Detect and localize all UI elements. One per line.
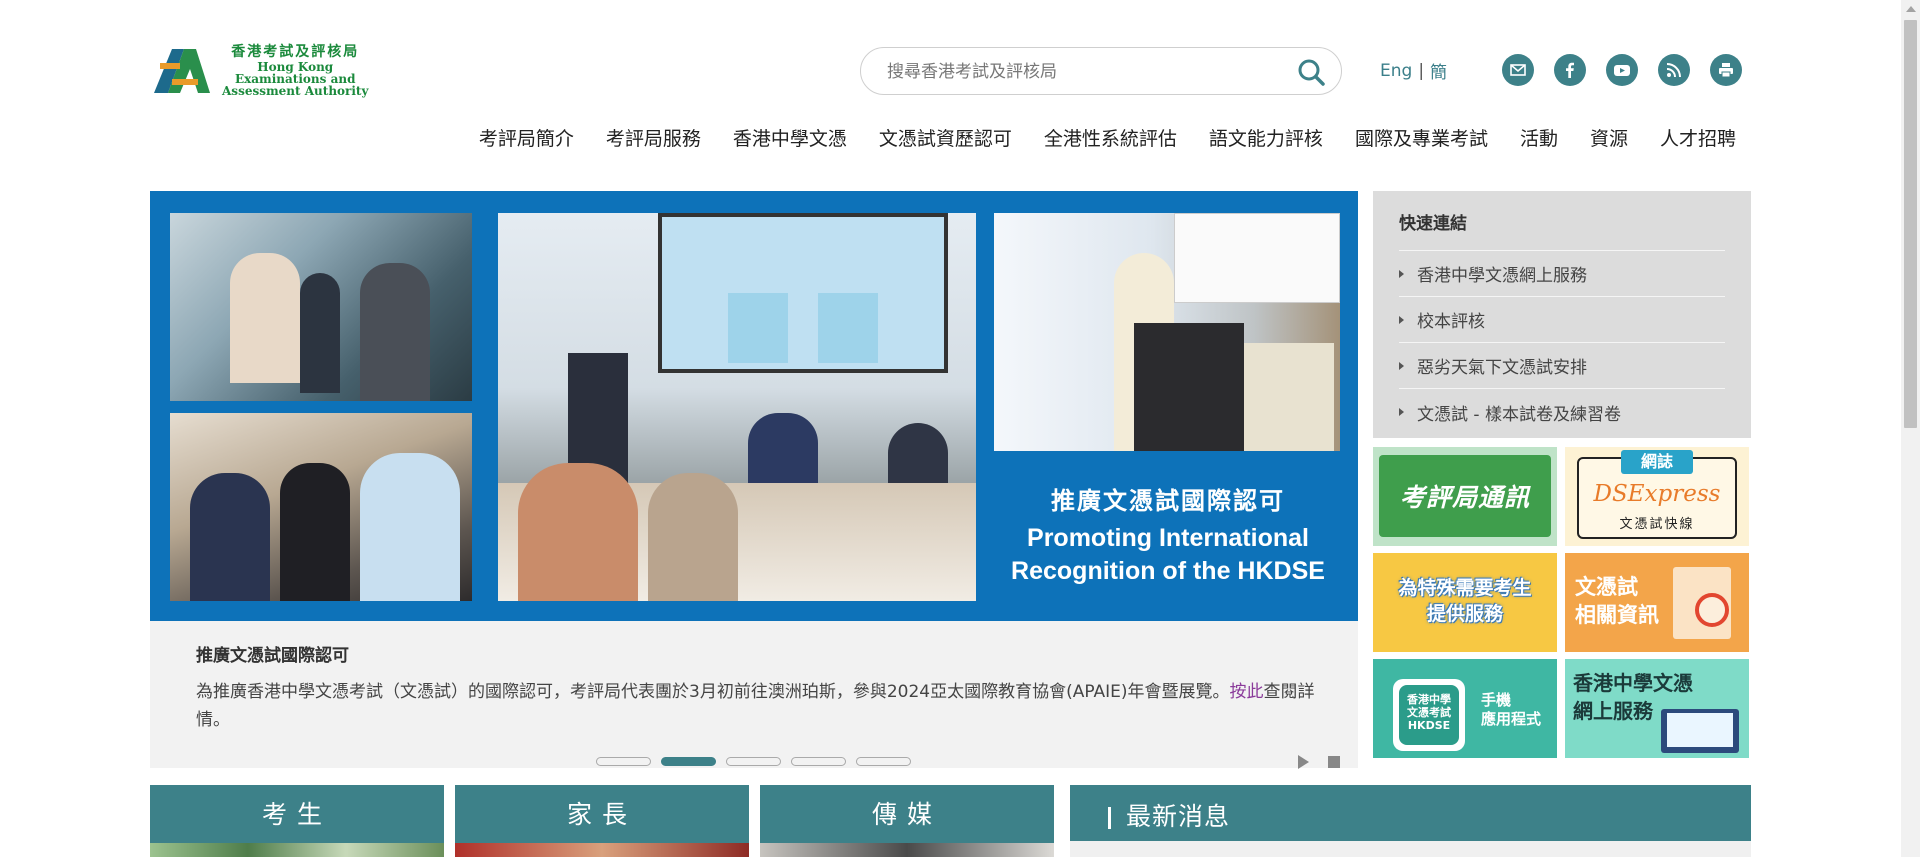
- nav-resources[interactable]: 資源: [1574, 124, 1644, 151]
- youtube-icon[interactable]: [1606, 54, 1638, 86]
- rss-icon[interactable]: [1658, 54, 1690, 86]
- tab-candidates-label: 考生: [261, 800, 332, 829]
- tab-media-label: 傳媒: [871, 800, 942, 829]
- tile-special-needs-line1: 為特殊需要考生: [1398, 577, 1532, 599]
- tile-hkdse-online-line2: 網上服務: [1573, 699, 1653, 723]
- banner-title-en-1: Promoting International: [1027, 524, 1309, 552]
- quick-link-sba[interactable]: 校本評核: [1399, 297, 1725, 343]
- nav-international[interactable]: 國際及專業考試: [1339, 124, 1504, 151]
- app-icon-line1: 香港中學: [1407, 693, 1451, 706]
- slide-caption-body: 為推廣香港中學文憑考試（文憑試）的國際認可，考評局代表團於3月初前往澳洲珀斯，參…: [196, 678, 1316, 734]
- dsexpress-subtitle: 文憑試快線: [1619, 517, 1695, 532]
- tile-mobile-app-line1: 手機: [1481, 691, 1512, 709]
- banner-title-zh: 推廣文憑試國際認可: [1051, 487, 1285, 515]
- slide-banner[interactable]: 推廣文憑試國際認可 Promoting International Recogn…: [150, 191, 1358, 621]
- news-accent-bar: [1108, 807, 1111, 829]
- language-switcher: Eng | 簡: [1380, 58, 1447, 84]
- nav-services[interactable]: 考評局服務: [590, 124, 717, 151]
- page-scrollbar[interactable]: [1901, 0, 1920, 857]
- play-icon[interactable]: [1298, 755, 1309, 769]
- scrollbar-thumb[interactable]: [1904, 20, 1917, 428]
- search-box: [860, 47, 1342, 95]
- facebook-icon[interactable]: [1554, 54, 1586, 86]
- photo-speaker: [994, 213, 1340, 451]
- slider-dot-2[interactable]: [661, 757, 716, 766]
- slide-caption-title: 推廣文憑試國際認可: [196, 646, 349, 666]
- slider-dot-4[interactable]: [791, 757, 846, 766]
- slider-pagination: [596, 757, 911, 766]
- lang-separator: |: [1418, 60, 1425, 81]
- print-icon[interactable]: [1710, 54, 1742, 86]
- hkeaa-logo[interactable]: 香港考試及評核局 Hong Kong Examinations and Asse…: [150, 42, 380, 98]
- quick-links-title: 快速連結: [1399, 209, 1725, 251]
- tab-media[interactable]: 傳媒: [760, 785, 1054, 857]
- social-links: [1502, 54, 1742, 86]
- dsexpress-title: DSExpress: [1593, 481, 1721, 507]
- dsexpress-blog-tag: 網誌: [1621, 450, 1693, 474]
- nav-recognition[interactable]: 文憑試資歷認可: [863, 124, 1028, 151]
- latest-news-label: 最新消息: [1126, 802, 1231, 831]
- photo-booth: [170, 213, 472, 401]
- stop-icon[interactable]: [1328, 756, 1340, 768]
- nav-lpat[interactable]: 語文能力評核: [1193, 124, 1339, 151]
- tile-hkdse-online-line1: 香港中學文憑: [1573, 671, 1693, 695]
- slide-caption: 推廣文憑試國際認可 為推廣香港中學文憑考試（文憑試）的國際認可，考評局代表團於3…: [196, 641, 1316, 734]
- quick-link-bad-weather[interactable]: 惡劣天氣下文憑試安排: [1399, 343, 1725, 389]
- tile-special-needs[interactable]: 為特殊需要考生 提供服務: [1373, 553, 1557, 652]
- tile-mobile-app-text: 手機 應用程式: [1481, 691, 1541, 729]
- hero-slider: 推廣文憑試國際認可 Promoting International Recogn…: [150, 191, 1358, 769]
- tile-dse-info-line2: 相關資訊: [1575, 603, 1659, 627]
- quick-link-sample-papers[interactable]: 文憑試 - 樣本試卷及練習卷: [1399, 389, 1725, 435]
- magnifier-icon: [1695, 593, 1729, 627]
- photo-seminar: [498, 213, 976, 601]
- slider-dot-5[interactable]: [856, 757, 911, 766]
- tile-hkdse-online[interactable]: 香港中學文憑 網上服務: [1565, 659, 1749, 758]
- nav-tsa[interactable]: 全港性系統評估: [1028, 124, 1193, 151]
- banner-title-en-2: Recognition of the HKDSE: [1011, 557, 1325, 585]
- hkeaa-logo-mark-icon: [154, 49, 210, 93]
- slider-dot-1[interactable]: [596, 757, 651, 766]
- tile-mobile-app[interactable]: 香港中學 文憑考試 HKDSE 手機 應用程式: [1373, 659, 1557, 758]
- hkdse-app-icon: 香港中學 文憑考試 HKDSE: [1399, 685, 1459, 745]
- tile-newsletter[interactable]: 考評局通訊: [1373, 447, 1557, 546]
- nav-hkdse[interactable]: 香港中學文憑: [717, 124, 863, 151]
- app-icon-line3: HKDSE: [1407, 719, 1451, 732]
- quick-link-hkdse-online[interactable]: 香港中學文憑網上服務: [1399, 251, 1725, 297]
- lang-simplified-link[interactable]: 簡: [1430, 58, 1447, 83]
- tab-parents[interactable]: 家長: [455, 785, 749, 857]
- tab-media-image: [760, 843, 1054, 857]
- logo-text-en-3: Assessment Authority: [222, 84, 369, 98]
- lang-english-link[interactable]: Eng: [1380, 61, 1412, 81]
- tab-parents-image: [455, 843, 749, 857]
- tile-hkdse-online-text: 香港中學文憑 網上服務: [1573, 669, 1693, 725]
- slider-dot-3[interactable]: [726, 757, 781, 766]
- main-nav: 考評局簡介 考評局服務 香港中學文憑 文憑試資歷認可 全港性系統評估 語文能力評…: [0, 124, 1752, 151]
- scroll-up-arrow-icon[interactable]: [1906, 6, 1916, 12]
- latest-news-header[interactable]: 最新消息: [1070, 785, 1751, 857]
- news-content-strip: [1070, 841, 1751, 857]
- nav-about[interactable]: 考評局簡介: [463, 124, 590, 151]
- photo-greeting: [170, 413, 472, 601]
- tile-special-needs-text: 為特殊需要考生 提供服務: [1381, 575, 1549, 627]
- email-icon[interactable]: [1502, 54, 1534, 86]
- quick-links-panel: 快速連結 香港中學文憑網上服務 校本評核 惡劣天氣下文憑試安排 文憑試 - 樣本…: [1373, 191, 1751, 438]
- slide-caption-text: 為推廣香港中學文憑考試（文憑試）的國際認可，考評局代表團於3月初前往澳洲珀斯，參…: [196, 682, 1230, 702]
- tile-mobile-app-line2: 應用程式: [1481, 710, 1542, 728]
- tile-dsexpress[interactable]: 網誌 DSExpress 文憑試快線: [1565, 447, 1749, 546]
- tile-special-needs-line2: 提供服務: [1426, 603, 1503, 625]
- tile-dse-info-text: 文憑試 相關資訊: [1575, 573, 1659, 629]
- tab-candidates[interactable]: 考生: [150, 785, 444, 857]
- tile-newsletter-label: 考評局通訊: [1379, 455, 1551, 537]
- slide-caption-link[interactable]: 按此: [1230, 682, 1264, 702]
- tab-parents-label: 家長: [566, 800, 637, 829]
- nav-events[interactable]: 活動: [1504, 124, 1574, 151]
- app-icon-line2: 文憑考試: [1407, 706, 1451, 719]
- logo-text-zh: 香港考試及評核局: [231, 44, 360, 60]
- tab-candidates-image: [150, 843, 444, 857]
- search-icon[interactable]: [1297, 58, 1325, 86]
- nav-careers[interactable]: 人才招聘: [1644, 124, 1752, 151]
- search-input[interactable]: [887, 60, 1267, 84]
- tile-dse-info-line1: 文憑試: [1575, 575, 1638, 599]
- tile-dse-info[interactable]: 文憑試 相關資訊: [1565, 553, 1749, 652]
